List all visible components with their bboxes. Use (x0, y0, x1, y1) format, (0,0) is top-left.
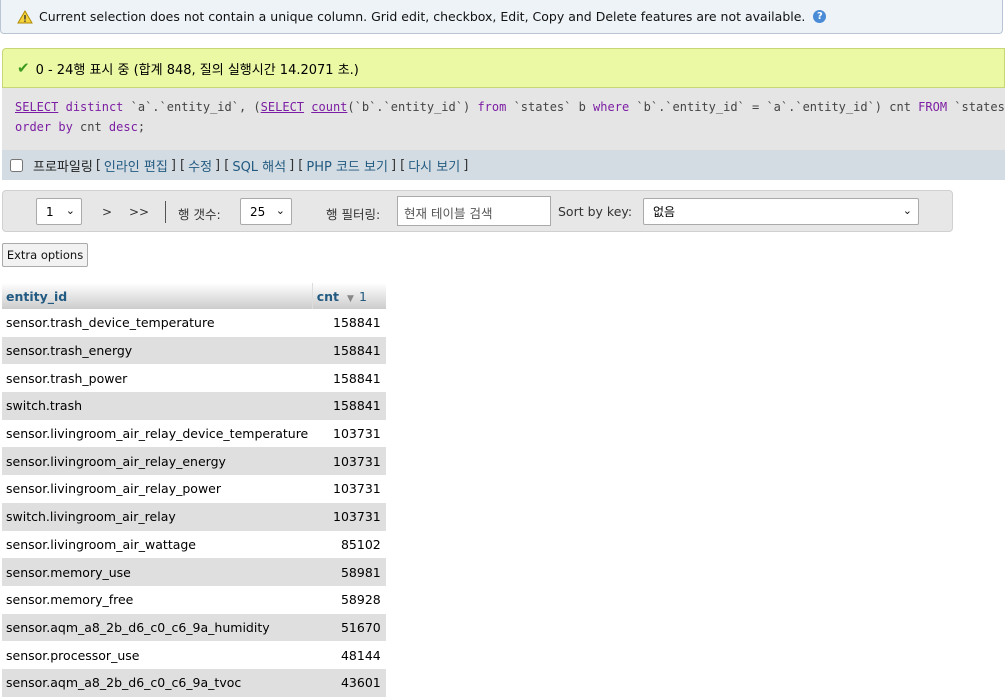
sort-desc-icon: ▼ (347, 293, 354, 304)
filter-label: 행 필터링: (326, 207, 381, 222)
table-row[interactable]: switch.trash 158841 (2, 392, 386, 420)
entity-id-cell: sensor.processor_use (2, 641, 313, 669)
cnt-cell: 103731 (312, 419, 386, 448)
cnt-cell: 103731 (312, 447, 386, 476)
filter-input[interactable]: 현재 테이블 검색 (397, 196, 551, 226)
entity-id-cell: sensor.livingroom_air_relay_energy (2, 447, 313, 476)
entity-id-cell: switch.livingroom_air_relay (2, 502, 313, 531)
column-header-label: entity_id (6, 288, 68, 304)
entity-id-cell: sensor.trash_energy (2, 336, 313, 365)
chevron-down-icon: ⌄ (275, 204, 285, 217)
refresh-link[interactable]: 다시 보기 (408, 156, 460, 175)
column-header-label: cnt (316, 288, 340, 304)
table-row[interactable]: sensor.aqm_a8_2b_d6_c0_c6_9a_tvoc 43601 (2, 668, 386, 697)
cnt-cell: 103731 (312, 475, 386, 503)
warning-icon (17, 9, 33, 23)
chevron-down-icon: ⌄ (65, 204, 75, 217)
table-row[interactable]: sensor.livingroom_air_relay_device_tempe… (2, 419, 386, 448)
entity-id-cell: sensor.trash_device_temperature (2, 309, 313, 337)
cnt-cell: 85102 (312, 530, 386, 559)
cnt-cell: 58928 (312, 585, 386, 614)
success-text: 0 - 24행 표시 중 (합계 848, 질의 실행시간 14.2071 초.… (35, 62, 359, 78)
extra-options-button[interactable]: Extra options (2, 243, 88, 267)
help-icon[interactable]: ? (813, 10, 827, 23)
page-select[interactable]: 1 ⌄ (36, 198, 82, 225)
php-code-link[interactable]: PHP 코드 보기 (306, 156, 388, 175)
table-row[interactable]: sensor.trash_power 158841 (2, 364, 386, 393)
notice-text: Current selection does not contain a uni… (39, 9, 806, 24)
column-header-cnt[interactable]: cnt ▼ 1 (312, 283, 386, 309)
entity-id-cell: sensor.livingroom_air_wattage (2, 530, 313, 559)
entity-id-cell: sensor.livingroom_air_relay_device_tempe… (2, 419, 313, 448)
entity-id-cell: sensor.trash_power (2, 364, 313, 393)
table-row[interactable]: sensor.trash_device_temperature 158841 (2, 309, 386, 337)
table-row[interactable]: sensor.trash_energy 158841 (2, 336, 386, 365)
entity-id-cell: sensor.memory_use (2, 558, 313, 586)
checkmark-icon: ✔ (17, 59, 30, 77)
cnt-cell: 51670 (312, 613, 386, 642)
entity-id-cell: sensor.aqm_a8_2b_d6_c0_c6_9a_tvoc (2, 668, 313, 697)
profiling-checkbox[interactable] (10, 158, 23, 172)
table-row[interactable]: sensor.livingroom_air_wattage 85102 (2, 530, 386, 559)
chevron-down-icon: ⌄ (902, 204, 912, 217)
entity-id-cell: sensor.aqm_a8_2b_d6_c0_c6_9a_humidity (2, 613, 313, 642)
cnt-cell: 158841 (312, 309, 386, 337)
entity-id-cell: sensor.memory_free (2, 585, 313, 614)
navigation-bar: 1 ⌄ > >> 행 갯수: 25 ⌄ 행 필터링: 현재 테이블 검색 Sor… (2, 190, 953, 232)
sql-line-1: SELECT distinct `a`.`entity_id`, (SELECT… (15, 100, 1005, 114)
sql-line-2: order by cnt desc; (15, 120, 146, 134)
cnt-cell: 158841 (312, 364, 386, 393)
cnt-cell: 158841 (312, 392, 386, 420)
last-page-button[interactable]: >> (129, 198, 149, 226)
table-row[interactable]: sensor.memory_free 58928 (2, 585, 386, 614)
page-select-value: 1 (46, 204, 54, 219)
sql-query-display[interactable]: SELECT distinct `a`.`entity_id`, (SELECT… (2, 88, 1005, 150)
cnt-cell: 103731 (312, 502, 386, 531)
explain-sql-link[interactable]: SQL 해석 (232, 156, 286, 175)
entity-id-cell: switch.trash (2, 392, 313, 420)
table-row[interactable]: sensor.livingroom_air_relay_power 103731 (2, 475, 386, 503)
results-table: entity_id cnt ▼ 1 sensor.trash_device_temp… (2, 283, 386, 697)
success-message: ✔ 0 - 24행 표시 중 (합계 848, 질의 실행시간 14.2071 … (2, 48, 1005, 88)
rows-select[interactable]: 25 ⌄ (240, 198, 292, 225)
cnt-cell: 158841 (312, 336, 386, 365)
table-row[interactable]: sensor.memory_use 58981 (2, 558, 386, 586)
entity-id-cell: sensor.livingroom_air_relay_power (2, 475, 313, 503)
profiling-bar: 프로파일링 [인라인 편집] [수정] [SQL 해석] [PHP 코드 보기]… (2, 150, 1005, 180)
column-header-entity-id[interactable]: entity_id (2, 283, 313, 309)
next-page-button[interactable]: > (102, 198, 112, 226)
rows-select-value: 25 (250, 204, 266, 219)
table-row[interactable]: switch.livingroom_air_relay 103731 (2, 502, 386, 531)
sort-label: Sort by key: (558, 204, 633, 219)
table-row[interactable]: sensor.processor_use 48144 (2, 641, 386, 669)
sort-select[interactable]: 없음 ⌄ (643, 198, 919, 225)
inline-edit-link[interactable]: 인라인 편집 (104, 156, 168, 175)
sort-order-number: 1 (358, 288, 367, 304)
sort-select-value: 없음 (653, 205, 676, 219)
table-row[interactable]: sensor.livingroom_air_relay_energy 103731 (2, 447, 386, 476)
edit-link[interactable]: 수정 (188, 156, 212, 175)
table-row[interactable]: sensor.aqm_a8_2b_d6_c0_c6_9a_humidity 516… (2, 613, 386, 642)
cnt-cell: 48144 (312, 641, 386, 669)
rows-label: 행 갯수: (178, 207, 221, 222)
cnt-cell: 43601 (312, 668, 386, 697)
divider (165, 201, 166, 223)
warning-notice: Current selection does not contain a uni… (0, 0, 1003, 34)
profiling-label: 프로파일링 (33, 159, 93, 175)
cnt-cell: 58981 (312, 558, 386, 586)
